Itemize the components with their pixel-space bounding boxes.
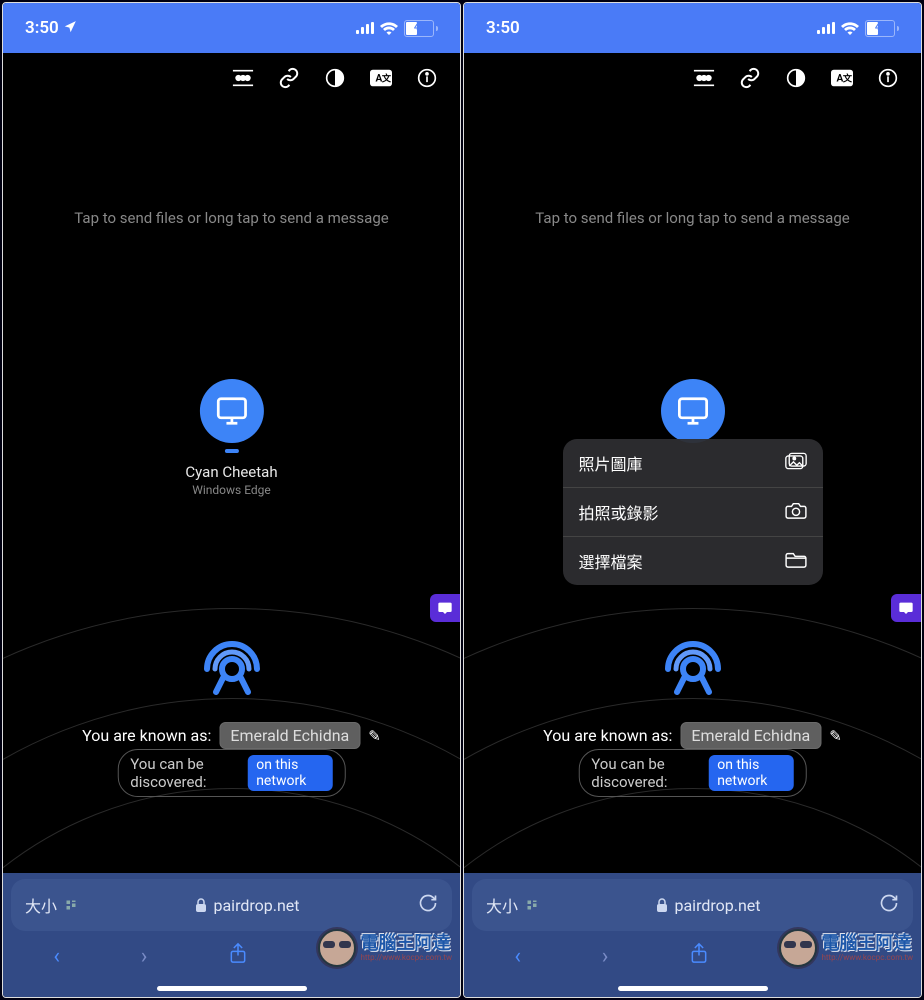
file-picker-sheet: 照片圖庫 拍照或錄影 選擇檔案: [563, 439, 823, 585]
screenshot-pair: 3:50 41 A文 Tap to send files or long tap…: [0, 0, 924, 1000]
battery-icon: 41: [404, 20, 438, 37]
side-tag[interactable]: [430, 594, 460, 622]
translate-icon[interactable]: A文: [831, 67, 853, 89]
app-toolbar: A文: [3, 53, 460, 99]
phone-right: 3:50 41 A文 Tap to send files or long tap…: [463, 2, 922, 998]
pairdrop-logo: [658, 634, 728, 704]
link-icon[interactable]: [278, 67, 300, 89]
watermark: 電腦王阿達http://www.kocpc.com.tw: [779, 929, 913, 967]
share-icon[interactable]: [228, 942, 248, 970]
browser-chrome: 大小 pairdrop.net ‹ › 電腦王阿達http://www.kocp…: [3, 873, 460, 997]
folder-icon: [785, 550, 807, 573]
watermark: 電腦王阿達http://www.kocpc.com.tw: [318, 929, 452, 967]
forward-icon: ›: [141, 944, 148, 969]
url-text: pairdrop.net: [213, 896, 299, 915]
wifi-icon: [841, 22, 859, 35]
content-area: Tap to send files or long tap to send a …: [3, 99, 460, 839]
contrast-icon[interactable]: [785, 67, 807, 89]
peer-device[interactable]: Cyan Cheetah Windows Edge: [185, 379, 277, 497]
group-icon[interactable]: [693, 67, 715, 89]
discovery-network: on this network: [248, 755, 333, 791]
link-icon[interactable]: [739, 67, 761, 89]
identity-row: You are known as: Emerald Echidna ✎: [464, 722, 921, 749]
discovery-prefix: You can be discovered:: [130, 755, 240, 791]
edit-name-icon[interactable]: ✎: [368, 727, 381, 745]
app-toolbar: A文: [464, 53, 921, 99]
svg-text:文: 文: [843, 73, 853, 85]
phone-left: 3:50 41 A文 Tap to send files or long tap…: [2, 2, 461, 998]
sheet-option-choose-file[interactable]: 選擇檔案: [563, 537, 823, 585]
url-text: pairdrop.net: [674, 896, 760, 915]
browser-chrome: 大小 pairdrop.net ‹ › 電腦王阿達http://www.kocp…: [464, 873, 921, 997]
identity-prefix: You are known as:: [82, 726, 211, 745]
contrast-icon[interactable]: [324, 67, 346, 89]
sheet-label: 拍照或錄影: [579, 500, 659, 524]
reload-icon[interactable]: [879, 893, 899, 917]
sheet-label: 選擇檔案: [579, 549, 643, 573]
status-bar: 3:50 41: [3, 3, 460, 53]
peer-device[interactable]: [661, 379, 725, 443]
translate-icon[interactable]: A文: [370, 67, 392, 89]
forward-icon: ›: [602, 944, 609, 969]
instruction-text: Tap to send files or long tap to send a …: [464, 99, 921, 227]
identity-name[interactable]: Emerald Echidna: [680, 722, 821, 749]
aa-button[interactable]: 大小: [486, 893, 538, 917]
peer-avatar: [200, 379, 264, 443]
identity-name[interactable]: Emerald Echidna: [219, 722, 360, 749]
back-icon[interactable]: ‹: [514, 944, 521, 969]
camera-icon: [785, 501, 807, 524]
edit-name-icon[interactable]: ✎: [829, 727, 842, 745]
discovery-row[interactable]: You can be discovered: on this network: [117, 749, 346, 797]
discovery-network: on this network: [709, 755, 794, 791]
sheet-label: 照片圖庫: [579, 451, 643, 475]
battery-icon: 41: [865, 20, 899, 37]
side-tag[interactable]: [891, 594, 921, 622]
back-icon[interactable]: ‹: [53, 944, 60, 969]
wifi-icon: [380, 22, 398, 35]
clock: 3:50: [25, 18, 77, 38]
content-area: Tap to send files or long tap to send a …: [464, 99, 921, 839]
sheet-option-photo-library[interactable]: 照片圖庫: [563, 439, 823, 488]
status-right: 41: [817, 20, 899, 37]
peer-name: Cyan Cheetah: [185, 463, 277, 481]
aa-button[interactable]: 大小: [25, 893, 77, 917]
peer-avatar: [661, 379, 725, 443]
gallery-icon: [785, 452, 807, 475]
lock-icon: [656, 898, 668, 912]
lock-icon: [195, 898, 207, 912]
status-right: 41: [356, 20, 438, 37]
discovery-row[interactable]: You can be discovered: on this network: [578, 749, 807, 797]
desktop-icon: [676, 396, 710, 426]
info-icon[interactable]: [416, 67, 438, 89]
url-bar[interactable]: 大小 pairdrop.net: [472, 879, 913, 931]
svg-text:文: 文: [382, 73, 392, 85]
home-indicator[interactable]: [618, 986, 768, 991]
status-bar: 3:50 41: [464, 3, 921, 53]
info-icon[interactable]: [877, 67, 899, 89]
signal-icon: [356, 22, 374, 34]
reload-icon[interactable]: [418, 893, 438, 917]
group-icon[interactable]: [232, 67, 254, 89]
home-indicator[interactable]: [157, 986, 307, 991]
share-icon[interactable]: [689, 942, 709, 970]
identity-row: You are known as: Emerald Echidna ✎: [3, 722, 460, 749]
signal-icon: [817, 22, 835, 34]
pairdrop-logo: [197, 634, 267, 704]
clock: 3:50: [486, 18, 520, 38]
identity-prefix: You are known as:: [543, 726, 672, 745]
desktop-icon: [215, 396, 249, 426]
instruction-text: Tap to send files or long tap to send a …: [3, 99, 460, 227]
discovery-prefix: You can be discovered:: [591, 755, 701, 791]
url-bar[interactable]: 大小 pairdrop.net: [11, 879, 452, 931]
peer-subtitle: Windows Edge: [192, 483, 271, 497]
sheet-option-camera[interactable]: 拍照或錄影: [563, 488, 823, 537]
